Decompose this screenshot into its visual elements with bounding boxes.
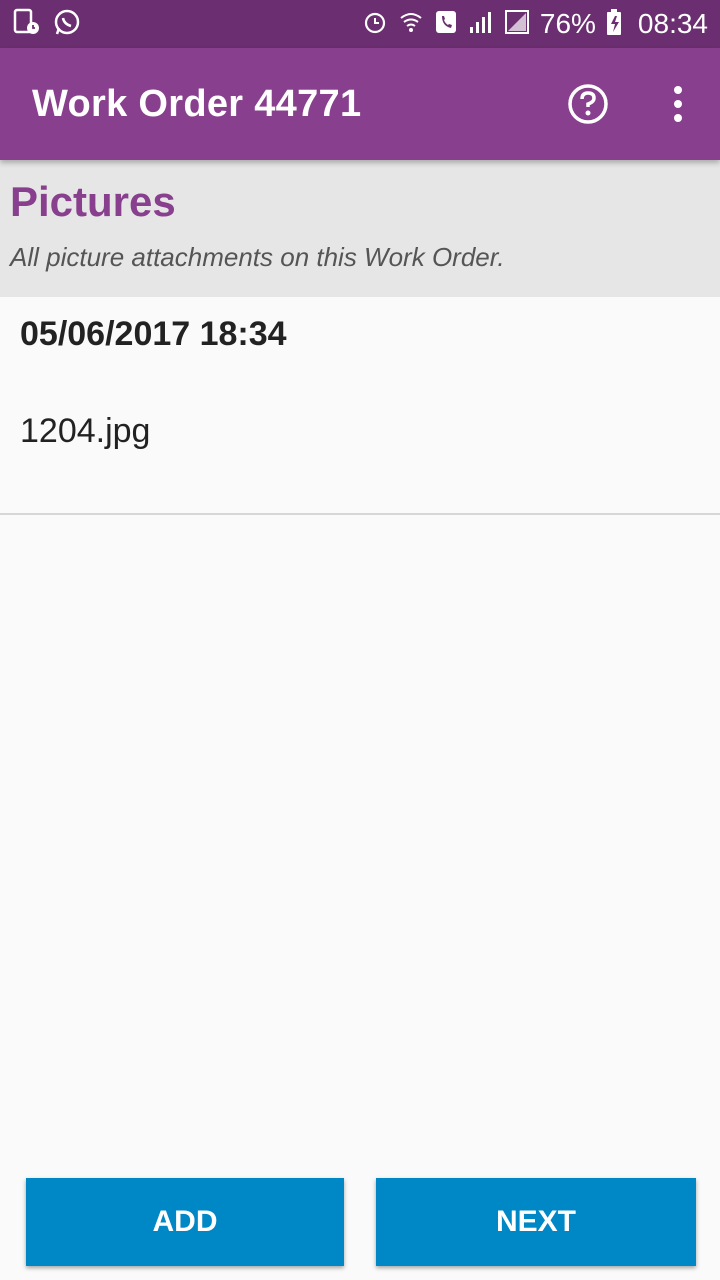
next-button[interactable]: NEXT	[376, 1178, 696, 1266]
status-bar: 76% 08:34	[0, 0, 720, 48]
add-button[interactable]: ADD	[26, 1178, 344, 1266]
whatsapp-icon	[52, 7, 82, 42]
sim-icon	[12, 7, 42, 42]
phone-icon	[434, 9, 458, 40]
signal-empty-icon	[504, 9, 530, 40]
pictures-section-header: Pictures All picture attachments on this…	[0, 160, 720, 297]
section-subheading: All picture attachments on this Work Ord…	[10, 242, 505, 272]
status-time: 08:34	[637, 8, 708, 39]
page-title: Work Order 44771	[32, 82, 362, 125]
alarm-icon	[362, 9, 388, 40]
battery-percent: 76%	[539, 8, 596, 39]
list-item[interactable]: 05/06/2017 18:34 1204.jpg	[0, 297, 720, 515]
status-left-icons	[12, 7, 82, 42]
picture-filename: 1204.jpg	[20, 412, 151, 450]
help-circle-icon[interactable]	[566, 82, 610, 126]
picture-date: 05/06/2017 18:34	[20, 315, 287, 353]
app-bar: Work Order 44771	[0, 48, 720, 160]
pictures-list: 05/06/2017 18:34 1204.jpg	[0, 297, 720, 515]
wifi-call-icon	[398, 9, 424, 40]
more-vert-icon[interactable]	[668, 82, 688, 126]
section-heading: Pictures	[10, 178, 176, 225]
battery-charging-icon	[606, 8, 622, 41]
status-right-icons: 76% 08:34	[362, 8, 708, 41]
signal-icon	[468, 9, 494, 40]
